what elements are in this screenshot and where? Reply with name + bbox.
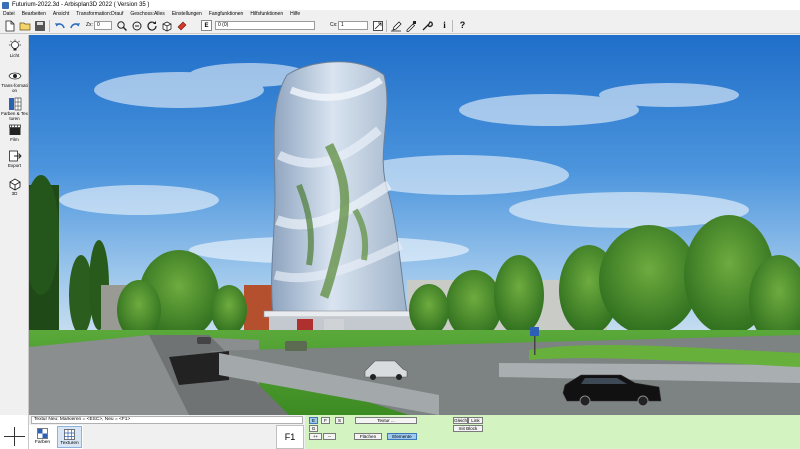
eraser-icon[interactable] [175, 19, 188, 32]
refresh-icon[interactable] [145, 19, 158, 32]
bottom-tabs: Farben Texturen [29, 425, 83, 449]
menu-fangfunktionen[interactable]: Fangfunktionen [209, 11, 243, 17]
count-label: Cx: [330, 22, 338, 28]
3d-box-icon [8, 177, 22, 191]
layer-field[interactable]: 0 (0) [215, 21, 315, 30]
tab-farben[interactable]: Farben [30, 426, 55, 448]
zoom-label: Zx: [86, 22, 93, 28]
panel-label: Farben & Texturen [1, 111, 28, 121]
save-icon[interactable] [33, 19, 46, 32]
eye-icon [8, 69, 22, 83]
app-icon [2, 1, 9, 9]
e-button[interactable]: E [309, 417, 318, 424]
palette-icon [37, 428, 48, 439]
tab-texturen[interactable]: Texturen [57, 426, 82, 448]
link-button[interactable]: Link [468, 417, 483, 424]
s-button[interactable]: S [335, 417, 344, 424]
zoom-out-icon[interactable] [130, 19, 143, 32]
panel-label: 3D [11, 191, 18, 196]
3d-viewport[interactable] [29, 35, 800, 415]
menu-bar: Datei Bearbeiten Ansicht Transformation:… [0, 10, 800, 18]
status-hint: Textur Neu: Markieren = <ESC>, Neu = <F1… [31, 416, 303, 424]
f-button[interactable]: F [321, 417, 330, 424]
elemente-button[interactable]: Elemente [387, 433, 417, 440]
title-bar: Futurium-2022.3d - Arbisplan3D 2022 ( Ve… [0, 0, 800, 10]
cube-icon[interactable] [160, 19, 173, 32]
gleich-button[interactable]: Gleich [453, 417, 468, 424]
window-title: Futurium-2022.3d - Arbisplan3D 2022 ( Ve… [12, 2, 150, 8]
film-clapper-icon [8, 123, 22, 137]
export-icon [8, 149, 22, 163]
coordinate-cross [0, 415, 29, 449]
panel-label: Film [10, 137, 19, 142]
futurium-tower [271, 61, 408, 314]
resize-icon[interactable] [371, 19, 384, 32]
menu-transformation[interactable]: Transformation:Drauf [76, 11, 123, 17]
color-picker-icon[interactable] [404, 19, 417, 32]
wrench-icon[interactable] [420, 19, 433, 32]
texture-controls-panel: E F S Textur ... G ++ -- Flächen Element… [305, 415, 800, 449]
panel-label: Licht [9, 53, 20, 58]
tab-label: Farben [34, 440, 51, 445]
texture-icon [64, 429, 75, 440]
menu-hilfsfunktionen[interactable]: Hilfsfunktionen [250, 11, 283, 17]
layer-icon[interactable]: E [201, 20, 212, 31]
new-file-icon[interactable] [3, 19, 16, 32]
panel-label: Export [7, 163, 21, 168]
g-button[interactable]: G [309, 425, 318, 432]
help-icon[interactable]: ? [456, 19, 469, 32]
redo-icon[interactable] [68, 19, 81, 32]
texture-button[interactable]: Textur ... [355, 417, 417, 424]
menu-datei[interactable]: Datei [3, 11, 15, 17]
left-tool-panel: Licht Trans-formation Farben & Texturen … [0, 35, 29, 415]
menu-einstellungen[interactable]: Einstellungen [172, 11, 202, 17]
road-sign [530, 327, 539, 336]
zoom-select[interactable]: 0 [94, 21, 112, 30]
menu-hilfe[interactable]: Hilfe [290, 11, 300, 17]
undo-icon[interactable] [53, 19, 66, 32]
menu-ansicht[interactable]: Ansicht [53, 11, 69, 17]
toolbar: Zx: 0 E 0 (0) Cx: 1 i ? [0, 18, 800, 34]
zoom-icon[interactable] [115, 19, 128, 32]
application-window: Futurium-2022.3d - Arbisplan3D 2022 ( Ve… [0, 0, 800, 449]
light-bulb-icon [8, 39, 22, 53]
tab-label: Texturen [60, 441, 79, 446]
pen-tool-icon[interactable] [389, 19, 402, 32]
plus-button[interactable]: ++ [309, 433, 322, 440]
count-field[interactable]: 1 [338, 21, 368, 30]
panel-label: Trans-formation [1, 83, 28, 93]
panel-3d[interactable]: 3D [1, 175, 28, 211]
flaechen-button[interactable]: Flächen [354, 433, 382, 440]
texture-icon [8, 97, 22, 111]
f1-key-button[interactable]: F1 [276, 425, 304, 449]
minus-button[interactable]: -- [323, 433, 336, 440]
menu-bearbeiten[interactable]: Bearbeiten [22, 11, 46, 17]
mit-block-button[interactable]: mit Block [453, 425, 483, 432]
status-area: Textur Neu: Markieren = <ESC>, Neu = <F1… [0, 415, 800, 449]
info-icon[interactable]: i [438, 19, 451, 32]
pavilion-roof [263, 310, 415, 318]
open-folder-icon[interactable] [18, 19, 31, 32]
menu-geschoss[interactable]: Geschoss:Alles [130, 11, 164, 17]
